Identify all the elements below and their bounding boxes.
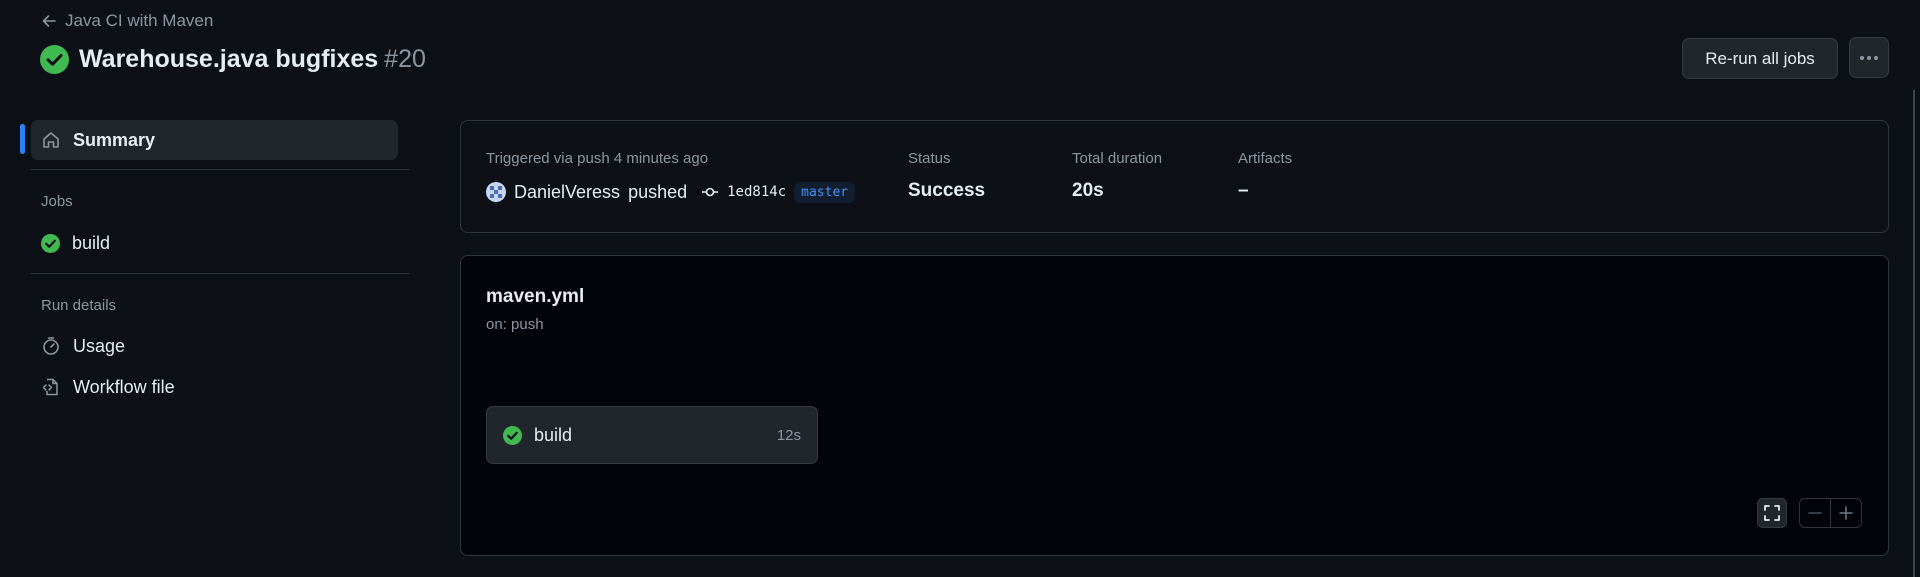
sidebar-item-label: Usage <box>73 335 126 356</box>
check-circle-icon <box>503 425 522 445</box>
git-commit-icon <box>701 185 719 199</box>
duration-value: 20s <box>1072 180 1104 201</box>
jobs-heading: Jobs <box>41 193 73 210</box>
run-summary-card <box>460 120 1889 233</box>
sidebar-item-workflow-file[interactable]: Workflow file <box>31 372 398 402</box>
run-number: #20 <box>384 44 426 73</box>
arrow-left-icon <box>41 13 57 29</box>
back-link[interactable]: Java CI with Maven <box>41 10 213 32</box>
action-text: pushed <box>628 181 688 202</box>
stopwatch-icon <box>41 336 61 356</box>
run-title: Warehouse.java bugfixes <box>79 44 379 73</box>
job-name: build <box>534 424 573 445</box>
sidebar-item-summary[interactable]: Summary <box>31 120 398 160</box>
zoom-controls <box>1799 498 1862 528</box>
job-node-build[interactable]: build 12s <box>486 406 818 464</box>
workflow-name-label: Java CI with Maven <box>65 11 214 30</box>
fullscreen-button[interactable] <box>1757 498 1787 528</box>
artifacts-value: – <box>1238 180 1249 201</box>
actor-link[interactable]: DanielVeress <box>514 182 620 203</box>
plus-icon <box>1838 505 1854 521</box>
avatar[interactable] <box>486 182 506 202</box>
check-circle-icon <box>41 233 60 253</box>
trigger-label: Triggered via push 4 minutes ago <box>486 150 709 167</box>
branch-badge[interactable]: master <box>794 181 856 203</box>
status-label: Status <box>908 150 951 167</box>
run-details-heading: Run details <box>41 297 117 314</box>
sidebar-item-build[interactable]: build <box>31 228 398 258</box>
divider <box>31 273 409 274</box>
home-icon <box>41 130 61 150</box>
active-indicator <box>20 124 25 154</box>
workflow-trigger: on: push <box>486 316 544 333</box>
file-code-icon <box>41 377 61 397</box>
rerun-all-jobs-button[interactable]: Re-run all jobs <box>1682 38 1838 79</box>
zoom-out-button[interactable] <box>1800 499 1831 527</box>
workflow-file-name[interactable]: maven.yml <box>486 286 584 308</box>
sidebar-item-label: Summary <box>73 129 156 150</box>
status-value: Success <box>908 180 986 201</box>
kebab-horizontal-icon <box>1859 55 1879 61</box>
commit-sha-link[interactable]: 1ed814c <box>727 184 786 200</box>
zoom-in-button[interactable] <box>1831 499 1861 527</box>
trigger-info: DanielVeress pushed 1ed814c master <box>486 180 856 204</box>
job-duration: 12s <box>776 426 801 444</box>
sidebar-item-label: build <box>72 232 111 253</box>
screen-full-icon <box>1763 504 1781 522</box>
sidebar-item-label: Workflow file <box>73 376 175 397</box>
page-title: Warehouse.java bugfixes #20 <box>40 42 426 76</box>
artifacts-label: Artifacts <box>1238 150 1293 167</box>
page-scrollbar[interactable] <box>1913 90 1915 577</box>
divider <box>31 169 409 170</box>
sidebar-item-usage[interactable]: Usage <box>31 331 398 361</box>
dash-icon <box>1807 505 1823 521</box>
more-options-button[interactable] <box>1849 37 1889 78</box>
duration-label: Total duration <box>1072 150 1163 167</box>
check-circle-icon <box>40 44 69 74</box>
